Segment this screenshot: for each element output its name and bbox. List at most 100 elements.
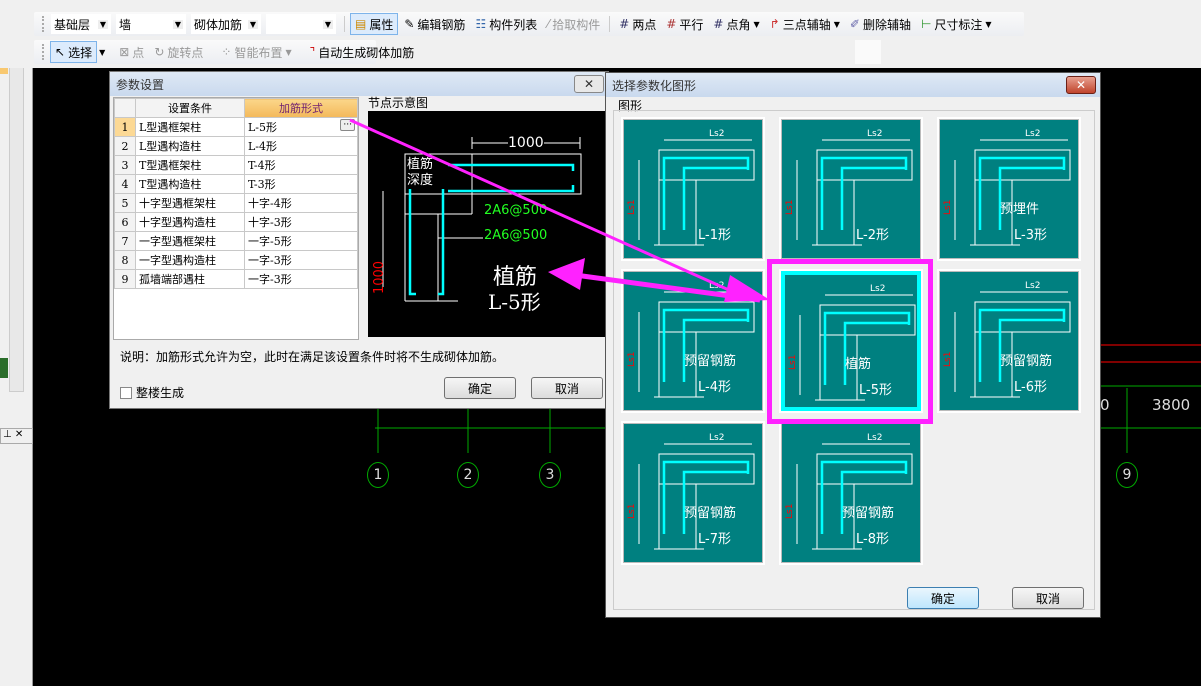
table-row[interactable]: 7 一字型遇框架柱 一字-5形 xyxy=(114,231,358,251)
ellipsis-button[interactable]: ··· xyxy=(340,119,355,131)
label: 旋转点 xyxy=(167,45,204,60)
eyedropper-icon: ⁄ xyxy=(547,17,550,31)
form-cell[interactable]: 一字-3形 xyxy=(244,269,358,289)
table-row[interactable]: 9 孤墙端部遇柱 一字-3形 xyxy=(114,269,358,289)
table-header: 设置条件 加筋形式 xyxy=(114,98,358,118)
table-row[interactable]: 1 L型遇框架柱 L-5形 ··· xyxy=(114,117,358,137)
toolbar-row-3: ↖ 选择 ▼ ⊠ 点 ↻ 旋转点 ⁘ 智能布置 ▼ ⌝ 自动生成砌体加筋 xyxy=(34,40,414,64)
delete-axis-button[interactable]: ✐ 删除辅轴 xyxy=(846,13,915,35)
form-cell[interactable]: 十字-4形 xyxy=(244,193,358,213)
type-select[interactable]: 墙 ▼ xyxy=(116,14,186,34)
floor-select[interactable]: 基础层 ▼ xyxy=(51,14,111,34)
tile-label: 植筋 xyxy=(845,357,872,372)
shape-tile-3[interactable]: Ls1 Ls2 预埋件 L-3形 xyxy=(937,117,1081,261)
grip[interactable] xyxy=(42,44,44,60)
rotate-point-button[interactable]: ↻ 旋转点 xyxy=(150,41,207,63)
form-cell[interactable]: T-3形 xyxy=(244,174,358,194)
svg-text:Ls1: Ls1 xyxy=(627,352,637,367)
condition-cell: T型遇框架柱 xyxy=(135,155,245,175)
select-button[interactable]: ↖ 选择 xyxy=(50,41,98,63)
row-number: 6 xyxy=(114,212,136,232)
edit-rebar-button[interactable]: ✎ 编辑钢筋 xyxy=(400,13,469,35)
form-cell[interactable]: L-4形 xyxy=(244,136,358,156)
form-cell[interactable]: 一字-5形 xyxy=(244,231,358,251)
shape-drawing: Ls1 Ls2 xyxy=(627,129,755,246)
parallel-axis-button[interactable]: # 平行 xyxy=(662,13,707,35)
toolbar-grip[interactable] xyxy=(855,40,881,64)
chevron-down-icon[interactable]: ▼ xyxy=(99,48,105,57)
shape-tile-7[interactable]: Ls1 Ls2 预留钢筋 L-7形 xyxy=(621,421,765,565)
tile-code: L-2形 xyxy=(856,228,889,243)
two-point-axis-button[interactable]: # 两点 xyxy=(615,13,660,35)
label: 编辑钢筋 xyxy=(417,17,466,32)
shape-tile-1[interactable]: Ls1 Ls2 L-1形 xyxy=(621,117,765,261)
shape-tile-5[interactable]: Ls1 Ls2 植筋 L-5形 xyxy=(779,269,923,413)
table-row[interactable]: 5 十字型遇框架柱 十字-4形 xyxy=(114,193,358,213)
corner xyxy=(114,98,136,118)
shape-drawing: Ls1 Ls2 xyxy=(785,433,913,550)
smart-layout-button[interactable]: ⁘ 智能布置 ▼ xyxy=(217,41,295,63)
label: 点角 xyxy=(726,17,751,32)
component-list-button[interactable]: ☷ 构件列表 xyxy=(471,13,541,35)
dimension-button[interactable]: ⊢ 尺寸标注 ▼ xyxy=(917,13,996,35)
form-cell[interactable]: L-5形 ··· xyxy=(244,117,358,137)
label: 属性 xyxy=(369,17,394,32)
condition-cell: 一字型遇构造柱 xyxy=(135,250,245,270)
form-value: 十字-4形 xyxy=(248,197,292,210)
point-angle-button[interactable]: # 点角 ▼ xyxy=(709,13,763,35)
row-number: 1 xyxy=(114,117,136,137)
form-cell[interactable]: T-4形 xyxy=(244,155,358,175)
cancel-button[interactable]: 取消 xyxy=(1012,587,1084,609)
row-number: 4 xyxy=(114,174,136,194)
properties-icon: ▤ xyxy=(355,17,367,31)
axis-label-1: 1 xyxy=(367,462,389,488)
table-row[interactable]: 3 T型遇框架柱 T-4形 xyxy=(114,155,358,175)
auto-rebar-icon: ⌝ xyxy=(309,45,316,59)
properties-button[interactable]: ▤ 属性 xyxy=(350,13,399,35)
svg-text:Ls1: Ls1 xyxy=(785,200,795,215)
whole-building-checkbox[interactable]: 整楼生成 xyxy=(120,384,184,401)
toolbar-row-2: 基础层 ▼ 墙 ▼ 砌体加筋 ▼ ▼ ▤ 属性 ✎ 编辑钢筋 ☷ 构件列表 ⁄ 拾取构件 # 两… xyxy=(34,12,1024,36)
ok-button[interactable]: 确定 xyxy=(444,377,516,399)
list-icon: ☷ xyxy=(475,17,487,31)
component-select[interactable]: 砌体加筋 ▼ xyxy=(191,14,261,34)
table-row[interactable]: 8 一字型遇构造柱 一字-3形 xyxy=(114,250,358,270)
pick-component-button[interactable]: ⁄ 拾取构件 xyxy=(543,13,604,35)
grip[interactable] xyxy=(42,16,45,32)
settings-table-container: 设置条件 加筋形式 1 L型遇框架柱 L-5形 ··· 2 L型遇构造柱 L-4形 3 … xyxy=(113,97,359,340)
form-cell[interactable]: 一字-3形 xyxy=(244,250,358,270)
shape-tile-2[interactable]: Ls1 Ls2 L-2形 xyxy=(779,117,923,261)
scrollbar[interactable] xyxy=(9,52,24,392)
column-header[interactable]: 加筋形式 xyxy=(244,98,358,118)
eraser-icon: ✐ xyxy=(849,17,860,31)
svg-text:Ls2: Ls2 xyxy=(1025,281,1040,291)
table-row[interactable]: 4 T型遇构造柱 T-3形 xyxy=(114,174,358,194)
three-point-axis-button[interactable]: ↱ 三点辅轴 ▼ xyxy=(766,13,844,35)
svg-text:Ls2: Ls2 xyxy=(1025,129,1040,139)
shape-tile-6[interactable]: Ls1 Ls2 预留钢筋 L-6形 xyxy=(937,269,1081,413)
shape-code: L-5形 xyxy=(488,290,541,314)
shape-tile-8[interactable]: Ls1 Ls2 预留钢筋 L-8形 xyxy=(779,421,923,565)
axis-label-9: 9 xyxy=(1116,462,1138,488)
table-row[interactable]: 2 L型遇构造柱 L-4形 xyxy=(114,136,358,156)
panel-close-icon[interactable]: ⊥ ✕ xyxy=(0,428,33,444)
instance-select[interactable]: ▼ xyxy=(266,14,336,34)
table-row[interactable]: 6 十字型遇构造柱 十字-3形 xyxy=(114,212,358,232)
dialog-title: 参数设置 xyxy=(116,77,165,92)
close-button[interactable]: ✕ xyxy=(574,75,604,93)
checkbox[interactable] xyxy=(120,386,132,399)
shape-tile-4[interactable]: Ls1 Ls2 预留钢筋 L-4形 xyxy=(621,269,765,413)
left-panel: » ⊥ ✕ xyxy=(0,0,33,686)
svg-text:Ls2: Ls2 xyxy=(709,281,724,291)
point-button[interactable]: ⊠ 点 xyxy=(115,41,148,63)
smart-icon: ⁘ xyxy=(221,45,232,59)
row-number: 2 xyxy=(114,136,136,156)
select-shape-dialog: 选择参数化图形 ✕ 图形 Ls1 Ls2 L-1形 Ls1 Ls2 L-2形 Ls… xyxy=(605,72,1101,618)
cancel-button[interactable]: 取消 xyxy=(531,377,603,399)
toolbar: 基础层 ▼ 墙 ▼ 砌体加筋 ▼ ▼ ▤ 属性 ✎ 编辑钢筋 ☷ 构件列表 ⁄ 拾取构件 # 两… xyxy=(0,0,1201,68)
auto-generate-button[interactable]: ⌝ 自动生成砌体加筋 xyxy=(306,41,419,63)
divider xyxy=(344,16,345,32)
close-button[interactable]: ✕ xyxy=(1066,76,1096,94)
form-cell[interactable]: 十字-3形 xyxy=(244,212,358,232)
ok-button[interactable]: 确定 xyxy=(907,587,979,609)
